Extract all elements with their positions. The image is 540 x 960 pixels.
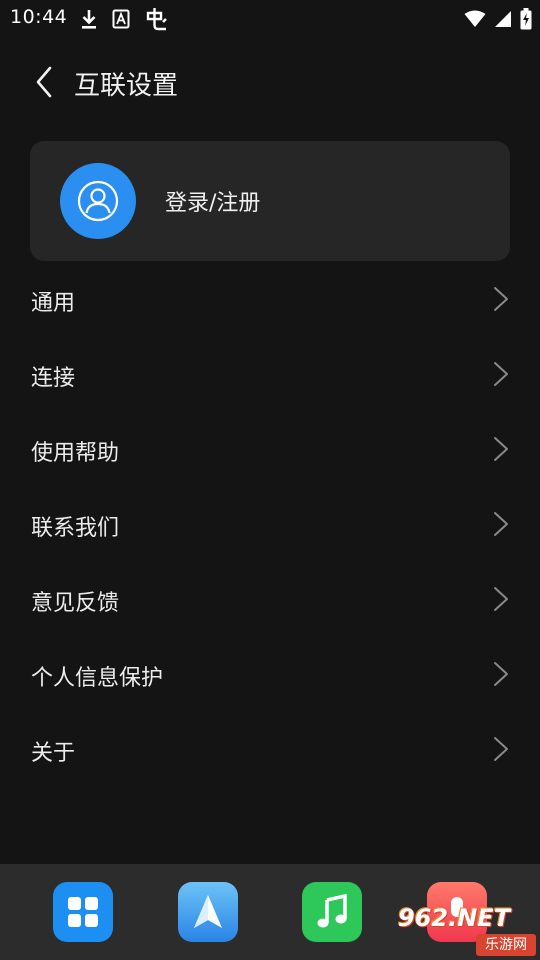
watermark-logo: 962.NET 乐游网	[398, 904, 538, 960]
menu-item-label: 联系我们	[31, 516, 120, 541]
dock-app-navigation[interactable]	[178, 882, 238, 942]
bug-app-icon	[146, 8, 167, 31]
status-time: 10:44	[10, 6, 68, 28]
back-button[interactable]	[26, 62, 62, 102]
menu-item-label: 连接	[31, 366, 76, 391]
dock-app-launcher[interactable]	[53, 882, 113, 942]
user-icon	[77, 180, 119, 222]
font-a-icon	[112, 9, 130, 29]
login-register-label: 登录/注册	[165, 191, 261, 216]
watermark-subtext: 乐游网	[476, 934, 536, 956]
app-grid-icon	[68, 897, 98, 927]
menu-item-connection[interactable]: 连接	[0, 337, 540, 412]
settings-menu: 通用 连接 使用帮助 联系我们 意见反馈 个人信息保护 关于	[0, 262, 540, 787]
menu-item-contact-us[interactable]: 联系我们	[0, 487, 540, 562]
page-title: 互联设置	[74, 71, 179, 101]
chevron-right-icon	[494, 362, 508, 386]
navigation-icon	[194, 895, 222, 928]
dock-app-music[interactable]	[302, 882, 362, 942]
wifi-icon	[464, 10, 486, 27]
avatar	[60, 163, 136, 239]
menu-item-about[interactable]: 关于	[0, 712, 540, 787]
cellular-icon	[495, 11, 511, 27]
chevron-right-icon	[494, 587, 508, 611]
chevron-right-icon	[494, 512, 508, 536]
chevron-right-icon	[494, 737, 508, 761]
chevron-right-icon	[494, 437, 508, 461]
menu-item-help[interactable]: 使用帮助	[0, 412, 540, 487]
chevron-left-icon	[36, 66, 52, 98]
app-header: 互联设置	[0, 56, 540, 108]
menu-item-label: 关于	[31, 741, 76, 766]
battery-charging-icon	[520, 8, 532, 30]
chevron-right-icon	[494, 662, 508, 686]
menu-item-privacy[interactable]: 个人信息保护	[0, 637, 540, 712]
menu-item-feedback[interactable]: 意见反馈	[0, 562, 540, 637]
status-notification-icons	[80, 6, 182, 32]
menu-item-label: 意见反馈	[31, 591, 120, 616]
music-icon	[317, 894, 347, 928]
download-icon	[82, 10, 96, 29]
watermark-text: 962.NET	[398, 904, 511, 932]
login-card[interactable]: 登录/注册	[30, 141, 510, 261]
chevron-right-icon	[494, 287, 508, 311]
status-system-icons	[456, 6, 532, 32]
menu-item-label: 个人信息保护	[31, 666, 164, 691]
menu-item-label: 使用帮助	[31, 441, 120, 466]
menu-item-label: 通用	[31, 291, 76, 316]
status-bar: 10:44	[0, 0, 540, 38]
menu-item-general[interactable]: 通用	[0, 262, 540, 337]
